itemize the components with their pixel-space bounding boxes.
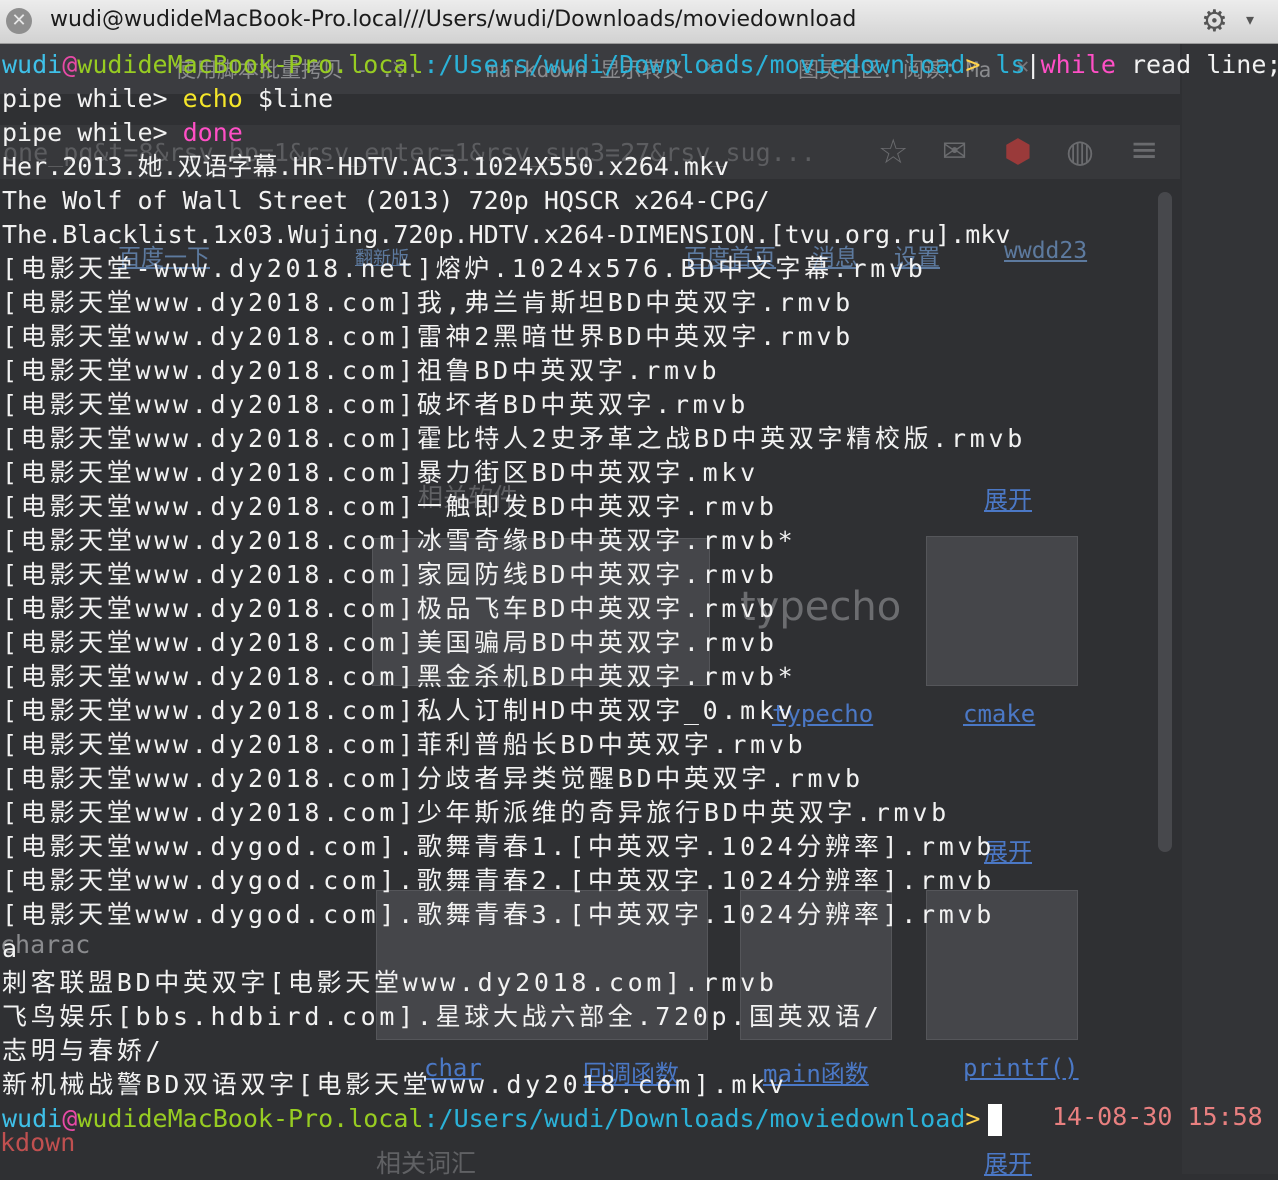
file-entry: a [2, 934, 18, 963]
command-pipe: | [1025, 50, 1041, 79]
continuation-prefix: pipe while> [2, 84, 183, 113]
close-icon[interactable]: ✕ [6, 8, 32, 34]
command-ls: ls [995, 50, 1026, 79]
command-done: done [182, 118, 243, 147]
file-entry: [电影天堂www.dy2018.com]少年斯派维的奇异旅行BD中英双字.rmv… [2, 798, 950, 827]
continuation-line: pipe while> echo $line [2, 82, 1278, 116]
file-entry: 刺客联盟BD中英双字[电影天堂www.dy2018.com].rmvb [2, 968, 778, 997]
file-entry: 志明与春娇/ [2, 1036, 165, 1065]
window-title: wudi@wudideMacBook-Pro.local///Users/wud… [50, 7, 857, 32]
file-entry: [电影天堂www.dygod.com].歌舞青春2.[中英双字.1024分辨率]… [2, 866, 996, 895]
continuation-prefix: pipe while> [2, 118, 183, 147]
prompt-at: @ [62, 1104, 78, 1133]
file-entry: [电影天堂www.dy2018.com]家园防线BD中英双字.rmvb [2, 560, 778, 589]
prompt-user: wudi [2, 1104, 63, 1133]
file-entry: [电影天堂www.dy2018.com]暴力街区BD中英双字.mkv [2, 458, 759, 487]
background-related-terms: 相关词汇 [376, 1149, 477, 1178]
file-entry: The Wolf of Wall Street (2013) 720p HQSC… [2, 186, 770, 215]
file-entry: [电影天堂www.dy2018.com]破坏者BD中英双字.rmvb [2, 390, 749, 419]
text-cursor[interactable] [988, 1104, 1003, 1136]
window-titlebar: ✕ wudi@wudideMacBook-Pro.local///Users/w… [0, 0, 1278, 44]
prompt-path: :/Users/wudi/Downloads/moviedownload [423, 1104, 966, 1133]
file-entry: [电影天堂www.dy2018.com]美国骗局BD中英双字.rmvb [2, 628, 778, 657]
file-entry: [电影天堂www.dy2018.com]祖鲁BD中英双字.rmvb [2, 356, 721, 385]
file-entry: The.Blacklist.1x03.Wujing.720p.HDTV.x264… [2, 220, 1011, 249]
file-entry: [电影天堂www.dygod.com].歌舞青春1.[中英双字.1024分辨率]… [2, 832, 996, 861]
file-entry: [电影天堂www.dy2018.com]冰雪奇缘BD中英双字.rmvb* [2, 526, 797, 555]
prompt-at: @ [62, 50, 78, 79]
file-entry: [电影天堂www.dy2018.com]分歧者异类觉醒BD中英双字.rmvb [2, 764, 864, 793]
command-while: while [1040, 50, 1116, 79]
chevron-down-icon[interactable]: ▾ [1246, 10, 1254, 29]
file-entry: [电影天堂www.dygod.com].歌舞青春3.[中英双字.1024分辨率]… [2, 900, 996, 929]
command-echo-arg: $line [242, 84, 334, 113]
clock-timestamp: 14-08-30 15:58 [1052, 1102, 1263, 1131]
file-entry: [电影天堂www.dy2018.com]私人订制HD中英双字_0.mkv [2, 696, 797, 725]
prompt-host: wudideMacBook-Pro.local [77, 1104, 424, 1133]
file-entry: [电影天堂www.dy2018.com]一触即发BD中英双字.rmvb [2, 492, 778, 521]
command-read: read line; [1115, 50, 1278, 79]
continuation-line: pipe while> done [2, 116, 1278, 150]
command-echo: echo [182, 84, 243, 113]
file-entry: [电影天堂www.dy2018.com]雷神2黑暗世界BD中英双字.rmvb [2, 322, 854, 351]
gear-icon[interactable]: ⚙ [1201, 4, 1228, 39]
prompt-user: wudi [2, 50, 63, 79]
file-entry: [电影天堂www.dy2018.com]黑金杀机BD中英双字.rmvb* [2, 662, 797, 691]
file-entry: [电影天堂www.dy2018.com]我,弗兰肯斯坦BD中英双字.rmvb [2, 288, 854, 317]
file-entry: [电影天堂-www.dy2018.net]熔炉.1024x576.BD中文字幕.… [2, 254, 927, 283]
prompt-host: wudideMacBook-Pro.local [77, 50, 424, 79]
prompt-line: wudi@wudideMacBook-Pro.local:/Users/wudi… [2, 48, 1278, 82]
file-entry: [电影天堂www.dy2018.com]极品飞车BD中英双字.rmvb [2, 594, 778, 623]
file-entry: 新机械战警BD双语双字[电影天堂www.dy2018.com].mkv [2, 1070, 788, 1099]
terminal-output[interactable]: wudi@wudideMacBook-Pro.local:/Users/wudi… [2, 48, 1278, 1136]
file-entry: 飞鸟娱乐[bbs.hdbird.com].星球大战六部全.720p.国英双语/ [2, 1002, 883, 1031]
file-entry: [电影天堂www.dy2018.com]菲利普船长BD中英双字.rmvb [2, 730, 807, 759]
prompt-symbol: > [965, 1104, 981, 1133]
file-entry: Her.2013.她.双语字幕.HR-HDTV.AC3.1024X550.x26… [2, 152, 730, 181]
prompt-path: :/Users/wudi/Downloads/moviedownload [423, 50, 966, 79]
prompt-symbol: > [965, 50, 981, 79]
file-entry: [电影天堂www.dy2018.com]霍比特人2史矛革之战BD中英双字精校版.… [2, 424, 1027, 453]
